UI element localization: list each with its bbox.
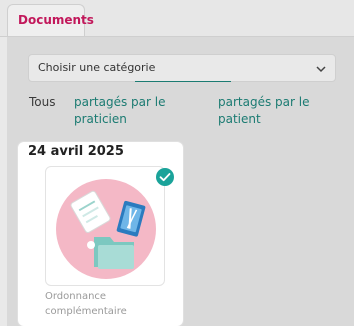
select-underline — [135, 81, 231, 82]
document-illustration-icon — [56, 179, 156, 279]
filter-all[interactable]: Tous — [29, 94, 56, 111]
document-date: 24 avril 2025 — [28, 144, 124, 159]
category-select-label: Choisir une catégorie — [38, 61, 156, 74]
check-circle-icon[interactable] — [156, 168, 174, 186]
chevron-down-icon — [316, 66, 326, 73]
tab-documents[interactable]: Documents — [7, 4, 94, 36]
category-select[interactable]: Choisir une catégorie — [28, 54, 336, 82]
filter-shared-by-practitioner[interactable]: partagés par le praticien — [74, 94, 194, 128]
filter-shared-by-patient[interactable]: partagés par le patient — [218, 94, 338, 128]
document-thumbnail[interactable] — [45, 166, 165, 286]
tab-documents-label: Documents — [18, 13, 94, 27]
tab-bar: Documents — [0, 0, 354, 37]
document-title: Ordonnance complémentaire — [45, 291, 127, 317]
document-card[interactable]: 24 avril 2025 Ordonnance complémentaire — [18, 142, 183, 326]
